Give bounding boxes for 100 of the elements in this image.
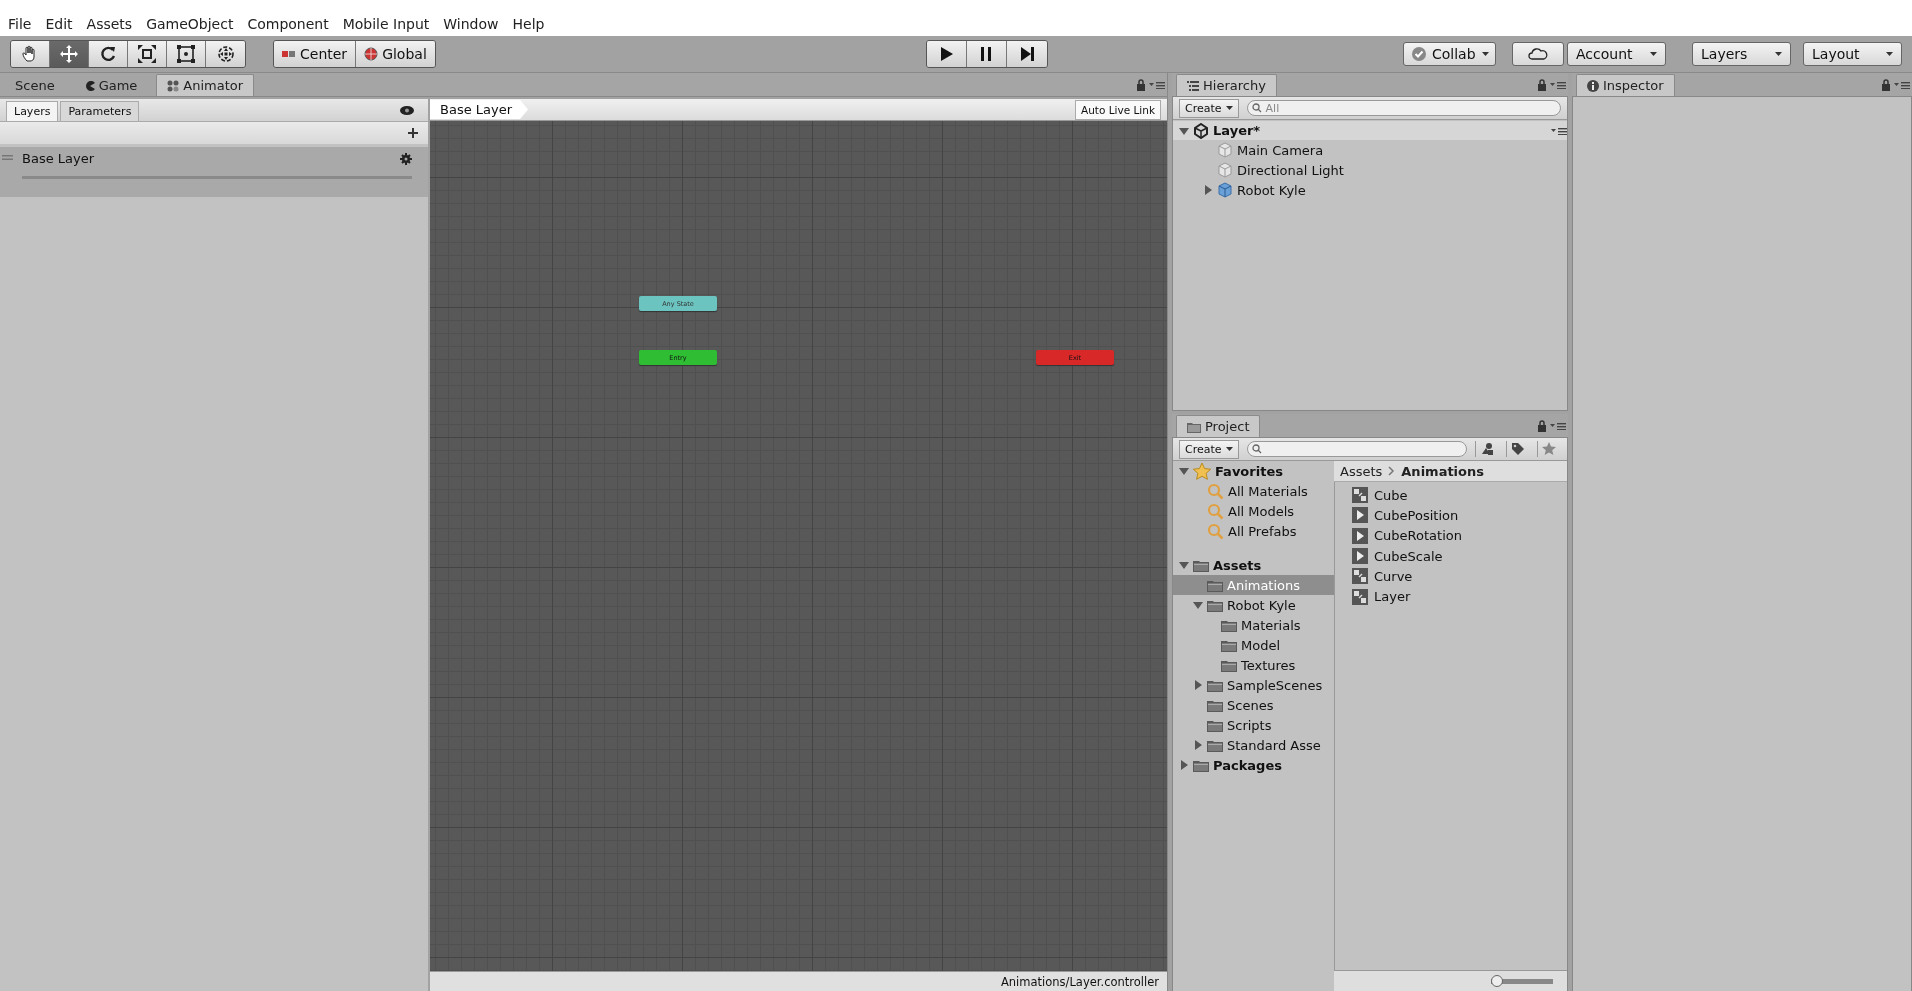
breadcrumb-item[interactable]: Assets: [1340, 463, 1383, 479]
layer-name: Base Layer: [22, 151, 95, 166]
caret-icon: [1225, 106, 1233, 110]
global-button[interactable]: Global: [356, 41, 435, 67]
menu-item[interactable]: Edit: [41, 16, 83, 32]
search-field[interactable]: [1246, 441, 1467, 457]
slider-thumb[interactable]: [1491, 975, 1503, 987]
dropdown-button[interactable]: Layout: [1803, 42, 1902, 66]
caret-icon: [1775, 52, 1782, 56]
menu-item[interactable]: Mobile Input: [338, 16, 440, 32]
transform-tool-button[interactable]: [206, 41, 245, 67]
panel-menu-icon: [1550, 80, 1566, 89]
tree-item[interactable]: All Materials: [1173, 481, 1334, 501]
globe-icon: [364, 47, 379, 61]
tree-item[interactable]: All Prefabs: [1173, 521, 1334, 541]
tree-item[interactable]: Layer*: [1173, 121, 1567, 140]
dropdown-button[interactable]: Account: [1567, 42, 1666, 66]
tree-item[interactable]: Assets: [1173, 555, 1334, 575]
cube-icon: [1217, 162, 1233, 178]
breadcrumb-item[interactable]: Base Layer: [430, 100, 529, 119]
dropdown-button[interactable]: Layers: [1692, 42, 1791, 66]
menu-item[interactable]: GameObject: [142, 16, 244, 32]
create-button[interactable]: Create: [1179, 98, 1239, 118]
tree-item[interactable]: SampleScenes: [1173, 675, 1334, 695]
tree-item[interactable]: Packages: [1173, 755, 1334, 775]
tree-item[interactable]: All Models: [1173, 501, 1334, 521]
play-button[interactable]: [926, 41, 967, 67]
panel-tab[interactable]: Animator: [156, 74, 255, 96]
panel-tab[interactable]: Project: [1176, 415, 1261, 437]
panel-tab[interactable]: Game: [73, 74, 149, 96]
pivot-icon: [282, 49, 296, 59]
cube-icon: [1217, 182, 1233, 198]
tree-item[interactable]: Standard Asse: [1173, 735, 1334, 755]
unity-logo-icon: [1193, 122, 1209, 139]
lock-icon: [1537, 78, 1547, 91]
pause-button[interactable]: [966, 41, 1007, 67]
pivot-button[interactable]: Center: [274, 41, 357, 67]
menu-item[interactable]: Component: [243, 16, 339, 32]
plus-icon: [408, 128, 418, 138]
transform-icon: [215, 44, 236, 64]
cloud-icon: [1528, 48, 1548, 60]
layer-item[interactable]: Base Layer: [0, 147, 428, 197]
caret-icon: [1650, 52, 1657, 56]
scale-tool-button[interactable]: [128, 41, 167, 67]
step-icon: [1018, 46, 1035, 62]
tree-item[interactable]: Directional Light: [1173, 160, 1567, 180]
asset-item[interactable]: Cube: [1352, 485, 1567, 506]
tree-item[interactable]: Textures: [1173, 655, 1334, 675]
create-button[interactable]: Create: [1179, 439, 1239, 459]
rect-tool-button[interactable]: [167, 41, 206, 67]
asset-item[interactable]: CubeRotation: [1352, 525, 1567, 546]
tree-item[interactable]: Model: [1173, 635, 1334, 655]
panel-menu-icon: [1551, 126, 1567, 135]
menu-item[interactable]: File: [4, 16, 42, 32]
shapes-icon: [1479, 442, 1494, 456]
chevron-icon: [1388, 466, 1396, 476]
scale-icon: [137, 44, 157, 64]
search-icon: [1251, 103, 1264, 113]
tree-item[interactable]: Main Camera: [1173, 140, 1567, 160]
rotate-tool-button[interactable]: [89, 41, 128, 67]
lock-icon: [1136, 78, 1146, 91]
animator-icon: [167, 79, 180, 92]
cube-icon: [1217, 142, 1233, 158]
panel-menu-icon: [1149, 80, 1165, 89]
tree-item[interactable]: Scripts: [1173, 715, 1334, 735]
panel-tab[interactable]: Inspector: [1576, 74, 1675, 96]
tree-item[interactable]: Favorites: [1173, 461, 1334, 481]
asset-item[interactable]: CubePosition: [1352, 505, 1567, 526]
panel-tab[interactable]: Hierarchy: [1176, 74, 1277, 96]
star-icon: [1541, 442, 1556, 456]
asset-item[interactable]: Curve: [1352, 566, 1567, 587]
collab-button[interactable]: Collab: [1403, 42, 1496, 66]
tree-item[interactable]: Robot Kyle: [1173, 595, 1334, 615]
list-icon: [1187, 80, 1199, 91]
tree-item[interactable]: Scenes: [1173, 695, 1334, 715]
tree-item[interactable]: Materials: [1173, 615, 1334, 635]
search-icon: [1207, 482, 1224, 500]
animator-controller-icon: [1352, 487, 1368, 504]
move-tool-button[interactable]: [50, 41, 89, 67]
tree-item[interactable]: Robot Kyle: [1173, 180, 1567, 200]
panel-tab[interactable]: Parameters: [60, 101, 140, 121]
menu-item[interactable]: Assets: [82, 16, 143, 32]
panel-menu-icon: [1550, 421, 1566, 430]
asset-item[interactable]: Layer: [1352, 586, 1567, 607]
menu-item[interactable]: Help: [508, 16, 555, 32]
move-icon: [59, 44, 79, 64]
menu-item[interactable]: Window: [439, 16, 509, 32]
animation-clip-icon: [1352, 548, 1368, 565]
rect-tool-icon: [176, 44, 196, 64]
folder-icon: [1187, 420, 1201, 433]
auto-live-link-button[interactable]: Auto Live Link: [1075, 99, 1161, 120]
cloud-button[interactable]: [1512, 42, 1564, 66]
hand-tool-button[interactable]: [11, 41, 50, 67]
asset-item[interactable]: CubeScale: [1352, 545, 1567, 567]
breadcrumb-item[interactable]: Animations: [1401, 463, 1484, 479]
panel-tab[interactable]: Scene: [4, 74, 66, 96]
step-button[interactable]: [1006, 41, 1047, 67]
tag-icon: [1510, 442, 1525, 456]
lock-icon: [1537, 419, 1547, 432]
panel-tab[interactable]: Layers: [6, 101, 59, 121]
